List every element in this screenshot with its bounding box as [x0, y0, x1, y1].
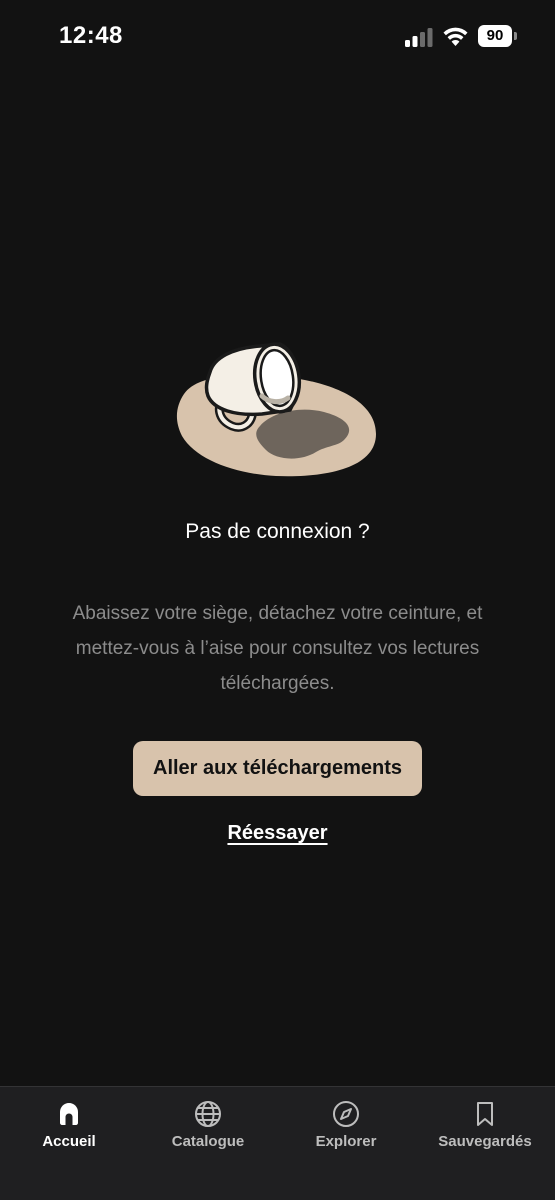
tab-accueil[interactable]: Accueil: [0, 1099, 138, 1159]
battery-icon: 90: [478, 25, 518, 47]
tab-sauvegardes[interactable]: Sauvegardés: [416, 1099, 554, 1159]
tab-explorer[interactable]: Explorer: [277, 1099, 415, 1159]
tab-label-accueil: Accueil: [42, 1133, 96, 1150]
go-to-downloads-button[interactable]: Aller aux téléchargements: [133, 741, 422, 796]
tab-bar: Accueil Catalogue Explorer Sauvegardés: [0, 1086, 555, 1200]
wifi-icon: [443, 27, 468, 46]
battery-level: 90: [478, 25, 512, 47]
tab-label-explorer: Explorer: [315, 1133, 377, 1150]
bookmark-icon: [477, 1102, 493, 1126]
tab-catalogue[interactable]: Catalogue: [139, 1099, 277, 1159]
empty-state-description: Abaissez votre siège, détachez votre cei…: [72, 603, 483, 694]
spilled-cup-illustration: [176, 342, 376, 477]
battery-cap: [514, 32, 517, 40]
status-bar: 12:48 90: [0, 0, 555, 74]
status-time: 12:48: [59, 22, 123, 49]
empty-state-title: Pas de connexion ?: [185, 520, 370, 543]
tab-label-catalogue: Catalogue: [171, 1133, 245, 1150]
globe-icon: [195, 1101, 221, 1127]
tab-label-sauvegardes: Sauvegardés: [438, 1133, 532, 1150]
compass-icon: [333, 1101, 359, 1127]
signal-icon: [405, 28, 433, 47]
home-icon: [60, 1103, 78, 1125]
retry-link[interactable]: Réessayer: [0, 822, 555, 845]
